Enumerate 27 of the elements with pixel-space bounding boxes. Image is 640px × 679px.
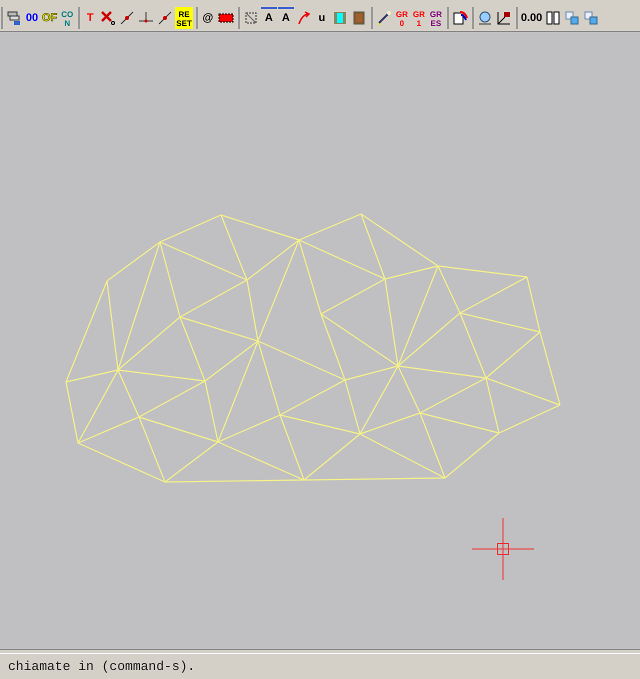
brush-icon <box>376 10 392 26</box>
toolbar-button[interactable]: A <box>260 6 277 28</box>
palette-icon <box>452 10 468 26</box>
command-line-text: chiamate in (command-s). <box>8 658 196 676</box>
toolbar-button[interactable]: 00 <box>24 6 40 28</box>
toolbar-button[interactable]: RE SET <box>175 6 193 28</box>
swatch-icon <box>332 10 348 26</box>
cross-icon <box>100 10 116 26</box>
copy-icon <box>583 10 600 26</box>
toolbar-button[interactable]: CO N <box>59 6 76 28</box>
crosshair-cursor-icon <box>472 518 534 580</box>
line-icon <box>157 10 174 26</box>
toolbar-button[interactable]: u <box>314 6 330 28</box>
layers-icon <box>6 10 22 26</box>
toolbar-button[interactable]: A <box>278 6 294 28</box>
toolbar-button[interactable]: GR ES <box>428 6 444 28</box>
axis-icon <box>496 10 512 26</box>
columns-icon <box>545 10 562 26</box>
toolbar-button[interactable]: @ <box>200 6 216 28</box>
curved-arrow-icon <box>296 10 312 26</box>
box-icon <box>350 10 367 26</box>
toolbar-button[interactable]: 0.00 <box>520 6 544 28</box>
line-icon <box>119 10 136 26</box>
copy-icon <box>564 10 580 26</box>
frame-icon <box>242 10 259 26</box>
globe-icon <box>476 10 493 26</box>
perpendicular-icon <box>138 10 154 26</box>
